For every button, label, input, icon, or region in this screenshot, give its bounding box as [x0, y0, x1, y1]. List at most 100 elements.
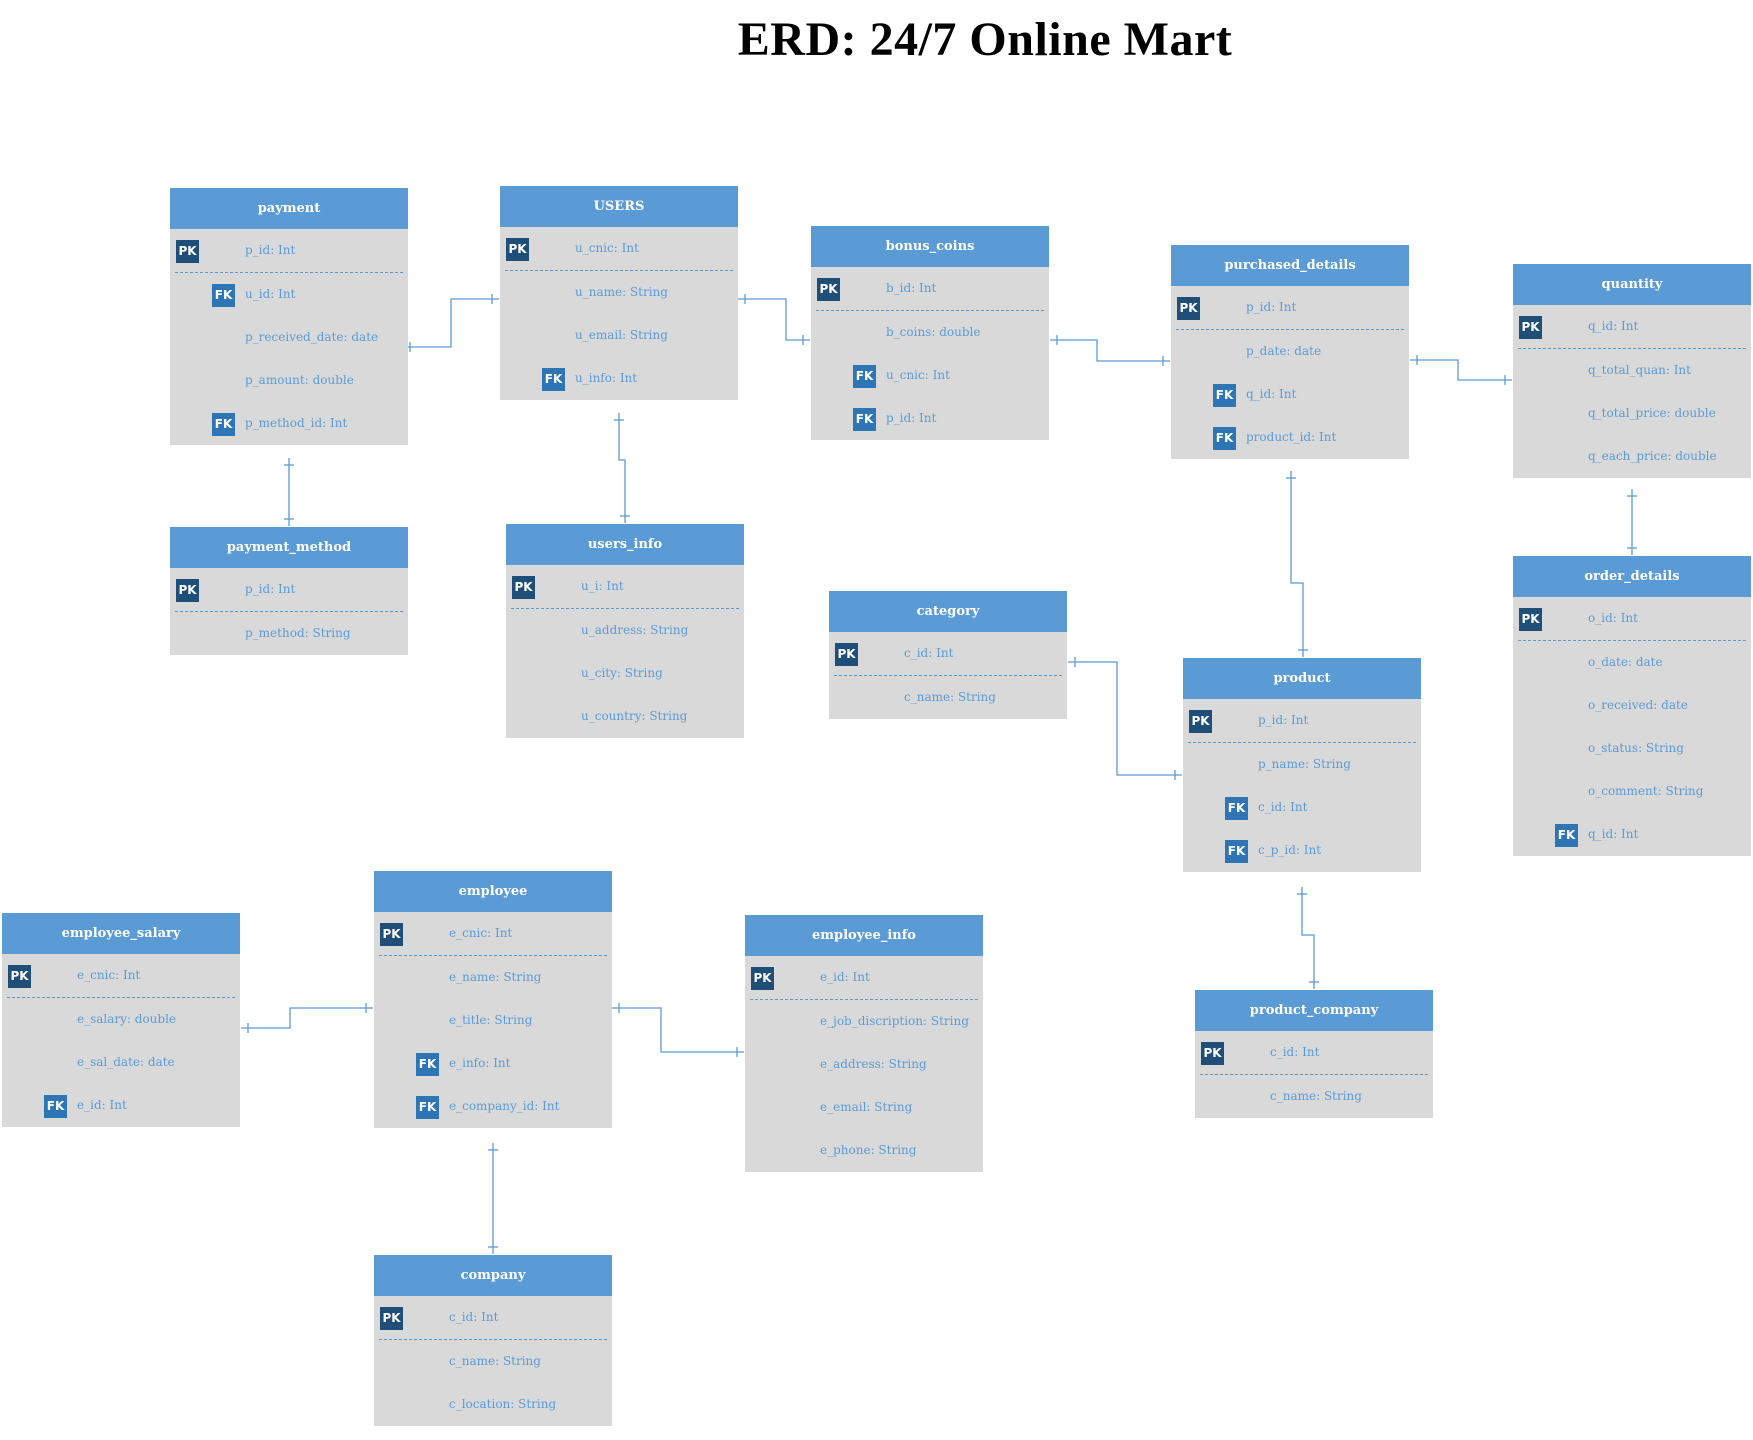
- entity-attributes: PK c_id: Int c_name: String c_location: Str…: [374, 1296, 612, 1426]
- entity-attributes: PK p_id: Int FK u_id: Int p_received_date: d…: [170, 229, 408, 445]
- attribute-row: PK p_id: Int: [175, 568, 403, 612]
- entity-name: employee_info: [745, 915, 983, 956]
- attribute-row: PK u_cnic: Int: [505, 227, 733, 271]
- attribute-row: e_salary: double: [2, 998, 240, 1041]
- fk-badge: FK: [1213, 427, 1236, 450]
- attribute-text: c_id: Int: [449, 1310, 499, 1324]
- attribute-row: e_email: String: [745, 1086, 983, 1129]
- pk-badge: PK: [1519, 316, 1542, 339]
- entity-attributes: PK u_i: Int u_address: String u_city: Strin…: [506, 565, 744, 738]
- attribute-row: FK p_id: Int: [811, 397, 1049, 440]
- entity-attributes: PK e_cnic: Int e_name: String e_title: Stri…: [374, 912, 612, 1128]
- pk-badge: PK: [751, 967, 774, 990]
- relationship-line: [1068, 661, 1182, 776]
- pk-badge: PK: [1177, 297, 1200, 320]
- attribute-row: PK e_cnic: Int: [379, 912, 607, 956]
- fk-badge: FK: [416, 1053, 439, 1076]
- attribute-text: e_cnic: Int: [449, 926, 513, 940]
- entity-name: employee: [374, 871, 612, 912]
- attribute-text: u_cnic: Int: [886, 368, 950, 382]
- attribute-row: PK b_id: Int: [816, 267, 1044, 311]
- attribute-row: PK e_id: Int: [750, 956, 978, 1000]
- relationship-line: [403, 298, 499, 348]
- attribute-row: q_total_quan: Int: [1513, 349, 1751, 392]
- attribute-text: p_name: String: [1258, 757, 1351, 771]
- attribute-row: c_location: String: [374, 1383, 612, 1426]
- entity-attributes: PK e_cnic: Int e_salary: double e_sal_date:…: [2, 954, 240, 1127]
- entity-name: quantity: [1513, 264, 1751, 305]
- relationship-line: [738, 298, 810, 341]
- entity-attributes: PK p_id: Int p_date: date FK q_id: Int FK prod…: [1171, 286, 1409, 459]
- attribute-text: p_amount: double: [245, 373, 354, 387]
- relationship-line: [1050, 339, 1170, 362]
- attribute-row: u_name: String: [500, 271, 738, 314]
- pk-badge: PK: [1189, 710, 1212, 733]
- attribute-text: c_name: String: [904, 690, 996, 704]
- attribute-row: PK c_id: Int: [834, 632, 1062, 676]
- pk-badge: PK: [8, 965, 31, 988]
- pk-badge: PK: [1201, 1042, 1224, 1065]
- entity-employee-salary: employee_salary PK e_cnic: Int e_salary: do…: [2, 913, 240, 1127]
- attribute-text: b_id: Int: [886, 281, 937, 295]
- attribute-row: FK product_id: Int: [1171, 416, 1409, 459]
- attribute-row: o_date: date: [1513, 641, 1751, 684]
- attribute-text: q_total_quan: Int: [1588, 363, 1691, 377]
- pk-badge: PK: [380, 1307, 403, 1330]
- fk-badge: FK: [542, 368, 565, 391]
- entity-attributes: PK u_cnic: Int u_name: String u_email: Stri…: [500, 227, 738, 400]
- attribute-text: e_email: String: [820, 1100, 913, 1114]
- attribute-row: e_title: String: [374, 999, 612, 1042]
- attribute-text: p_id: Int: [1258, 713, 1309, 727]
- relationship-line: [1410, 359, 1512, 381]
- entity-bonus-coins: bonus_coins PK b_id: Int b_coins: double FK u…: [811, 226, 1049, 440]
- fk-badge: FK: [44, 1095, 67, 1118]
- entity-name: category: [829, 591, 1067, 632]
- attribute-text: c_id: Int: [1270, 1045, 1320, 1059]
- attribute-row: PK u_i: Int: [511, 565, 739, 609]
- attribute-row: p_date: date: [1171, 330, 1409, 373]
- attribute-text: e_company_id: Int: [449, 1099, 560, 1113]
- entity-name: product_company: [1195, 990, 1433, 1031]
- attribute-text: u_i: Int: [581, 579, 624, 593]
- entity-employee: employee PK e_cnic: Int e_name: String e_tit…: [374, 871, 612, 1128]
- attribute-row: FK c_id: Int: [1183, 786, 1421, 829]
- attribute-text: u_email: String: [575, 328, 668, 342]
- attribute-row: PK q_id: Int: [1518, 305, 1746, 349]
- attribute-text: q_each_price: double: [1588, 449, 1717, 463]
- attribute-text: e_info: Int: [449, 1056, 511, 1070]
- attribute-row: o_status: String: [1513, 727, 1751, 770]
- entity-product-company: product_company PK c_id: Int c_name: String: [1195, 990, 1433, 1118]
- attribute-row: q_total_price: double: [1513, 392, 1751, 435]
- attribute-row: o_received: date: [1513, 684, 1751, 727]
- attribute-text: e_title: String: [449, 1013, 533, 1027]
- attribute-text: e_phone: String: [820, 1143, 917, 1157]
- entity-name: USERS: [500, 186, 738, 227]
- entity-attributes: PK p_id: Int p_name: String FK c_id: Int FK c_…: [1183, 699, 1421, 872]
- attribute-text: p_id: Int: [245, 582, 296, 596]
- attribute-text: p_id: Int: [245, 243, 296, 257]
- attribute-text: b_coins: double: [886, 325, 981, 339]
- attribute-text: e_salary: double: [77, 1012, 177, 1026]
- relationship-line: [241, 1007, 373, 1029]
- entity-name: payment: [170, 188, 408, 229]
- attribute-row: FK u_id: Int: [170, 273, 408, 316]
- attribute-text: o_comment: String: [1588, 784, 1704, 798]
- pk-badge: PK: [176, 240, 199, 263]
- entity-attributes: PK o_id: Int o_date: date o_received: date o…: [1513, 597, 1751, 856]
- attribute-row: e_job_discription: String: [745, 1000, 983, 1043]
- entity-order-details: order_details PK o_id: Int o_date: date o_re…: [1513, 556, 1751, 856]
- entity-attributes: PK p_id: Int p_method: String: [170, 568, 408, 655]
- entity-attributes: PK c_id: Int c_name: String: [829, 632, 1067, 719]
- attribute-text: u_cnic: Int: [575, 241, 639, 255]
- attribute-row: p_amount: double: [170, 359, 408, 402]
- attribute-text: e_name: String: [449, 970, 542, 984]
- fk-badge: FK: [853, 365, 876, 388]
- attribute-row: FK q_id: Int: [1513, 813, 1751, 856]
- attribute-text: o_received: date: [1588, 698, 1688, 712]
- entity-users-info: users_info PK u_i: Int u_address: String u_c…: [506, 524, 744, 738]
- attribute-text: p_method_id: Int: [245, 416, 348, 430]
- fk-badge: FK: [1213, 384, 1236, 407]
- attribute-text: u_info: Int: [575, 371, 638, 385]
- attribute-text: o_date: date: [1588, 655, 1663, 669]
- attribute-text: q_id: Int: [1246, 387, 1297, 401]
